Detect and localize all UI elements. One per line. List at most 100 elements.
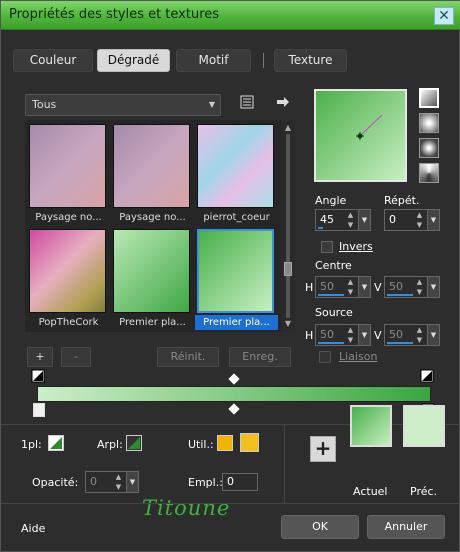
tab-couleur[interactable]: Couleur — [13, 49, 93, 72]
centre-v-level-bar — [387, 294, 413, 296]
reset-button[interactable]: Réinit. — [157, 347, 219, 367]
source-label: Source — [315, 306, 353, 319]
save-button[interactable]: Enreg. — [229, 347, 291, 367]
background-plan-icon — [128, 437, 140, 449]
centre-v-value: 50 — [389, 280, 403, 293]
gallery-item[interactable]: Paysage no... — [111, 122, 190, 223]
source-v-label: V — [374, 329, 382, 342]
gradient-thumbnail — [197, 229, 274, 313]
chevron-down-icon[interactable]: ▼ — [427, 277, 439, 297]
background-plan-swatch[interactable] — [126, 435, 142, 451]
source-v-value: 50 — [389, 328, 403, 341]
scroll-track[interactable] — [286, 134, 290, 318]
first-plan-swatch[interactable] — [48, 435, 64, 451]
remove-gradient-button[interactable]: - — [61, 347, 91, 367]
previous-label: Préc. — [410, 485, 438, 498]
gradient-bar[interactable] — [37, 386, 431, 402]
chevron-down-icon[interactable]: ▼ — [427, 325, 439, 345]
repeat-value: 0 — [389, 213, 396, 226]
add-gradient-button[interactable]: + — [27, 347, 53, 367]
chevron-down-icon[interactable]: ▼ — [358, 325, 370, 345]
location-value: 0 — [227, 475, 234, 488]
tab-texture[interactable]: Texture — [274, 49, 347, 72]
centre-v-spinner[interactable]: 50 ▲ ▼ ▼ — [384, 276, 440, 298]
spinner-arrows-icon[interactable]: ▲ ▼ — [414, 325, 425, 345]
gradient-gallery: Paysage no... Paysage no... pierrot_coeu… — [25, 120, 281, 332]
radial-gradient-type-button[interactable] — [419, 138, 439, 158]
opacity-stop-right[interactable] — [420, 369, 434, 386]
tab-separator — [263, 53, 264, 68]
gallery-view-button[interactable] — [238, 95, 256, 113]
chevron-down-icon[interactable]: ▼ — [358, 277, 370, 297]
gallery-item-label: Paysage no... — [119, 212, 186, 223]
previous-swatch[interactable] — [403, 405, 445, 447]
link-checkbox[interactable] — [319, 351, 331, 363]
gradient-preview[interactable] — [314, 89, 407, 182]
centre-h-spinner[interactable]: 50 ▲ ▼ ▼ — [315, 276, 371, 298]
spinner-arrows-icon[interactable]: ▲ ▼ — [414, 277, 425, 297]
user-color-swatch-2[interactable] — [240, 433, 259, 452]
source-h-label: H — [305, 329, 314, 342]
gallery-item[interactable]: Premier pla... — [111, 227, 190, 328]
scroll-thumb[interactable] — [284, 262, 292, 276]
rectangular-gradient-type-button[interactable] — [419, 113, 439, 133]
add-to-swatches-button[interactable]: + — [310, 436, 336, 462]
gallery-item[interactable]: pierrot_coeur — [195, 122, 274, 223]
first-plan-icon — [50, 437, 62, 449]
chevron-down-icon[interactable]: ▼ — [358, 210, 370, 230]
color-stop-left[interactable] — [33, 403, 45, 417]
repeat-spinner[interactable]: 0 ▲ ▼ ▼ — [384, 209, 440, 231]
opacity-stop-left[interactable] — [31, 369, 45, 386]
gallery-action-button[interactable] — [274, 95, 292, 113]
gallery-item-label: PopTheCork — [38, 317, 99, 328]
chevron-down-icon[interactable]: ▼ — [427, 210, 439, 230]
tab-motif[interactable]: Motif — [176, 49, 251, 72]
user-color-swatch-1[interactable] — [217, 435, 233, 451]
title-bar[interactable]: Propriétés des styles et textures ✕ — [1, 1, 460, 30]
opacity-value: 0 — [90, 475, 97, 488]
opacity-spinner[interactable]: 0 ▲ ▼ ▼ — [85, 471, 139, 493]
color-midpoint[interactable] — [228, 403, 240, 415]
spinner-arrows-icon[interactable]: ▲ ▼ — [345, 277, 356, 297]
link-label: Liaison — [339, 350, 378, 363]
spinner-arrows-icon[interactable]: ▲ ▼ — [345, 210, 356, 230]
angle-spinner[interactable]: 45 ▲ ▼ ▼ — [315, 209, 371, 231]
gallery-item-label: pierrot_coeur — [203, 212, 270, 223]
scroll-down-icon[interactable]: ▼ — [281, 318, 295, 330]
source-h-value: 50 — [320, 328, 334, 341]
opacity-marker-icon — [420, 369, 434, 383]
gradient-thumbnail — [197, 124, 274, 208]
ok-button[interactable]: OK — [281, 515, 359, 539]
gradient-thumbnail — [113, 124, 190, 208]
angle-label: Angle — [315, 194, 347, 207]
linear-gradient-type-button[interactable] — [419, 88, 439, 108]
gallery-item[interactable]: PopTheCork — [27, 227, 106, 328]
gallery-item-selected[interactable]: Premier pla... — [195, 227, 278, 330]
spinner-arrows-icon[interactable]: ▲ ▼ — [113, 472, 124, 492]
opacity-midpoint[interactable] — [228, 373, 240, 385]
close-button[interactable]: ✕ — [434, 7, 454, 25]
current-swatch[interactable] — [350, 405, 392, 447]
gradient-thumbnail — [29, 229, 106, 313]
source-v-spinner[interactable]: 50 ▲ ▼ ▼ — [384, 324, 440, 346]
styles-textures-dialog: Propriétés des styles et textures ✕ Coul… — [0, 0, 460, 552]
sunburst-gradient-type-button[interactable] — [419, 163, 439, 183]
location-field[interactable]: 0 — [222, 473, 258, 491]
tab-degrade[interactable]: Dégradé — [97, 49, 170, 72]
chevron-down-icon[interactable]: ▼ — [126, 472, 138, 492]
watermark-text: Titoune — [142, 496, 231, 520]
category-value: Tous — [32, 98, 57, 111]
help-link[interactable]: Aide — [21, 522, 45, 535]
category-dropdown[interactable]: Tous ▼ — [25, 94, 221, 116]
gallery-item[interactable]: Paysage no... — [27, 122, 106, 223]
invert-checkbox[interactable] — [321, 241, 333, 253]
spinner-arrows-icon[interactable]: ▲ ▼ — [414, 210, 425, 230]
gallery-item-label: Paysage no... — [35, 212, 102, 223]
spinner-arrows-icon[interactable]: ▲ ▼ — [345, 325, 356, 345]
scroll-up-icon[interactable]: ▲ — [281, 122, 295, 134]
plus-icon: + — [314, 436, 332, 460]
source-h-spinner[interactable]: 50 ▲ ▼ ▼ — [315, 324, 371, 346]
cancel-button[interactable]: Annuler — [367, 515, 445, 539]
footer-divider — [1, 503, 460, 504]
gallery-scrollbar[interactable]: ▲ ▼ — [281, 120, 295, 332]
